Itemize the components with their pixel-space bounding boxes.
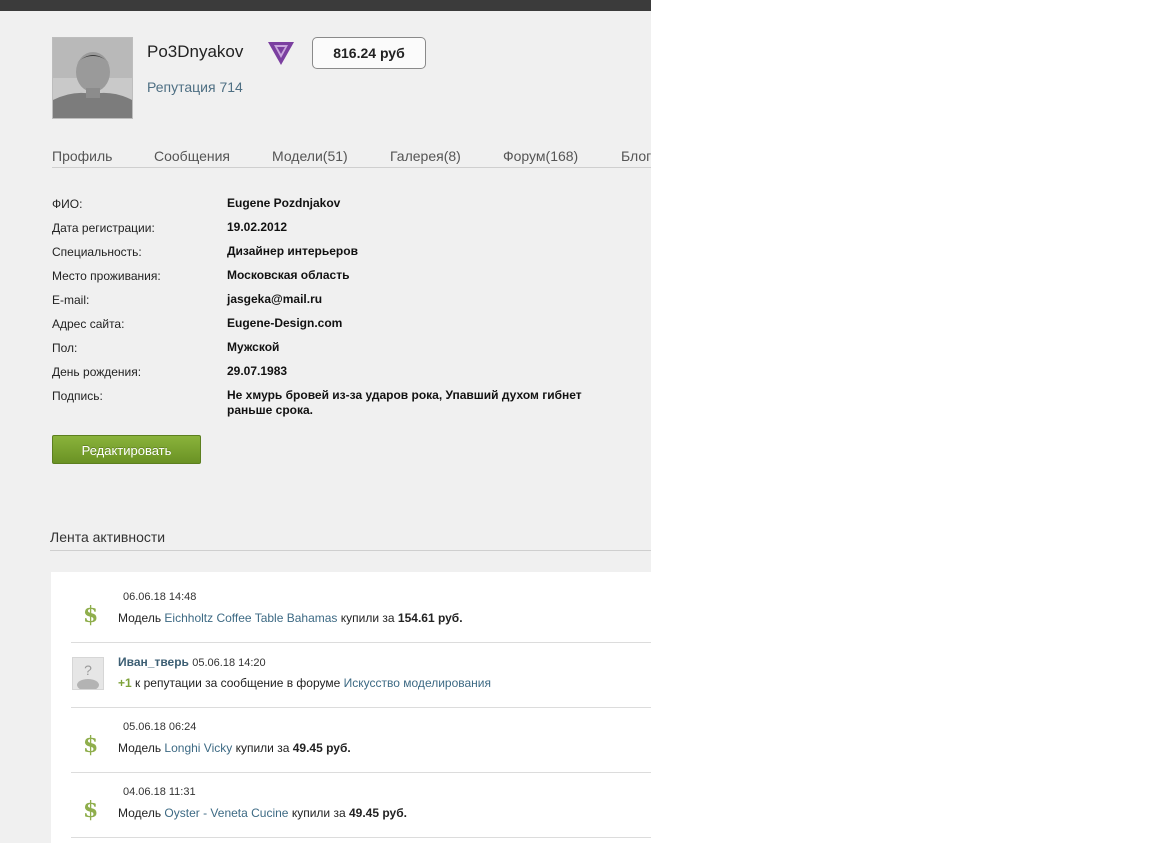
feed-item: $ 04.06.18 11:31 Модель Oyster - Veneta … <box>71 773 651 838</box>
info-value-birthday: 29.07.1983 <box>227 364 288 378</box>
feed-item: $ 05.06.18 06:24 Модель Longhi Vicky куп… <box>71 708 651 773</box>
info-value-signature: Не хмурь бровей из-за ударов рока, Упавш… <box>227 388 582 417</box>
violet-v-badge-icon <box>266 39 296 67</box>
info-value-gender: Мужской <box>227 340 280 354</box>
tab-profile[interactable]: Профиль <box>52 148 112 164</box>
feed-item-prefix: Модель <box>118 741 162 755</box>
balance-badge[interactable]: 816.24 руб <box>312 37 426 69</box>
feed-item-text: Модель Eichholtz Coffee Table Bahamas ку… <box>118 611 463 625</box>
dollar-icon: $ <box>83 797 99 823</box>
feed-item-prefix: Модель <box>118 611 162 625</box>
info-value-website: Eugene-Design.com <box>227 316 343 330</box>
profile-panel: Po3Dnyakov 816.24 руб Репутация 714 Проф… <box>0 0 651 843</box>
forum-topic-link[interactable]: Искусство моделирования <box>344 676 491 690</box>
activity-feed-title: Лента активности <box>50 529 166 545</box>
feed-item-desc: к репутации за сообщение в форуме <box>135 676 341 690</box>
username: Po3Dnyakov <box>147 42 244 61</box>
feed-item-user[interactable]: Иван_тверь 05.06.18 14:20 <box>118 655 266 669</box>
feed-divider <box>50 550 651 551</box>
info-label-name: ФИО: <box>52 197 83 211</box>
info-label-location: Место проживания: <box>52 269 161 283</box>
feed-item-text: +1 к репутации за сообщение в форуме Иск… <box>118 676 491 690</box>
info-value-registration: 19.02.2012 <box>227 220 288 234</box>
info-label-registration: Дата регистрации: <box>52 221 155 235</box>
info-value-email: jasgeka@mail.ru <box>227 292 323 306</box>
tab-models[interactable]: Модели(51) <box>272 148 348 164</box>
feed-item-time: 06.06.18 14:48 <box>123 591 197 603</box>
feed-item-text: Модель Oyster - Veneta Cucine купили за … <box>118 806 407 820</box>
info-label-specialty: Специальность: <box>52 245 142 259</box>
avatar[interactable] <box>52 37 133 119</box>
model-link[interactable]: Oyster - Veneta Cucine <box>164 806 288 820</box>
user-avatar-placeholder[interactable]: ? <box>72 657 104 691</box>
tab-forum[interactable]: Форум(168) <box>503 148 578 164</box>
dollar-icon: $ <box>83 602 99 628</box>
feed-item: ? Иван_тверь 05.06.18 14:20 +1 к репутац… <box>71 643 651 708</box>
feed-item: $ 06.06.18 14:48 Модель Eichholtz Coffee… <box>71 578 651 643</box>
info-label-signature: Подпись: <box>52 389 103 403</box>
feed-item-mid: купили за <box>340 611 395 625</box>
feed-item-price: 154.61 руб. <box>397 611 463 625</box>
tab-blogs[interactable]: Блоги <box>621 148 651 164</box>
feed-separator <box>71 837 651 838</box>
tabs-divider <box>52 167 651 168</box>
feed-item-price: 49.45 руб. <box>292 741 351 755</box>
model-link[interactable]: Eichholtz Coffee Table Bahamas <box>164 611 337 625</box>
edit-button[interactable]: Редактировать <box>52 435 201 464</box>
profile-tabs: Профиль Сообщения Модели(51) Галерея(8) … <box>52 148 651 167</box>
info-value-specialty: Дизайнер интерьеров <box>227 244 358 258</box>
info-label-website: Адрес сайта: <box>52 317 125 331</box>
tab-gallery[interactable]: Галерея(8) <box>390 148 461 164</box>
feed-item-mid: купили за <box>235 741 290 755</box>
feed-user-name[interactable]: Иван_тверь <box>118 655 189 669</box>
info-value-location: Московская область <box>227 268 350 282</box>
info-label-gender: Пол: <box>52 341 78 355</box>
feed-item-time: 05.06.18 06:24 <box>123 721 197 733</box>
model-link[interactable]: Longhi Vicky <box>164 741 232 755</box>
reputation-link[interactable]: Репутация 714 <box>147 79 243 95</box>
feed-item-mid: купили за <box>291 806 346 820</box>
svg-text:?: ? <box>84 662 92 678</box>
feed-item-time: 04.06.18 11:31 <box>123 786 196 798</box>
feed-item-price: 49.45 руб. <box>348 806 407 820</box>
info-label-birthday: День рождения: <box>52 365 142 379</box>
info-label-email: E-mail: <box>52 293 90 307</box>
top-bar <box>0 0 651 11</box>
feed-item-text: Модель Longhi Vicky купили за 49.45 руб. <box>118 741 351 755</box>
activity-feed: $ 06.06.18 14:48 Модель Eichholtz Coffee… <box>51 572 651 843</box>
feed-item-prefix: Модель <box>118 806 162 820</box>
feed-item-time: 05.06.18 14:20 <box>192 657 266 669</box>
info-value-name: Eugene Pozdnjakov <box>227 196 341 210</box>
tab-messages[interactable]: Сообщения <box>154 148 230 164</box>
reputation-plus: +1 <box>118 676 132 690</box>
dollar-icon: $ <box>83 732 99 758</box>
